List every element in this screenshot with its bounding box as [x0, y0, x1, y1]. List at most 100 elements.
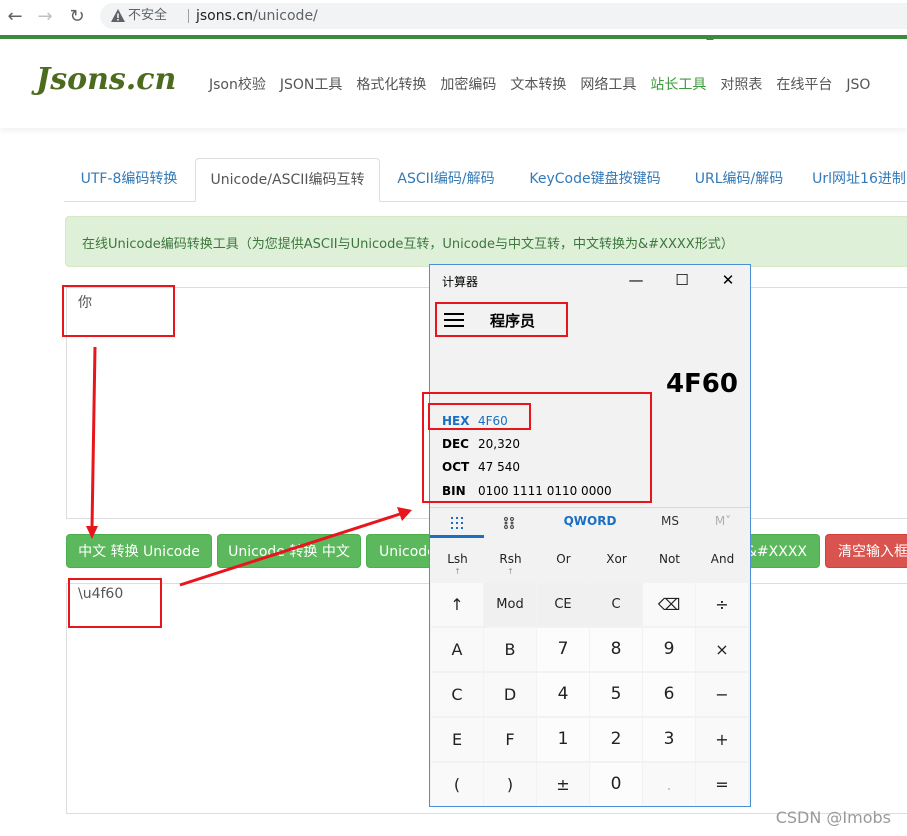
arrow-right-icon[interactable]: →: [34, 6, 56, 28]
url-host: jsons.cn: [196, 8, 253, 24]
nav-item[interactable]: 站长工具: [650, 77, 706, 93]
calculator-titlebar[interactable]: 计算器 — ☐ ✕: [430, 265, 750, 295]
minimize-icon[interactable]: —: [616, 269, 656, 291]
bitop-label: Lsh: [447, 552, 468, 566]
unicode-to-cn-button[interactable]: Unicode 转换 中文: [217, 534, 361, 568]
arrow-left-icon[interactable]: ←: [4, 6, 26, 28]
clear-entry-key[interactable]: CE: [537, 583, 589, 626]
bitop-lsh-button[interactable]: Lsh ↑: [431, 552, 484, 576]
bitop-label: Or: [556, 552, 571, 566]
nav-item[interactable]: 网络工具: [580, 77, 636, 93]
divide-key[interactable]: ÷: [696, 583, 748, 626]
hex-a-key[interactable]: A: [431, 628, 483, 671]
main-nav: Json校验 JSON工具 格式化转换 加密编码 文本转换 网络工具 站长工具 对照表 在线平台…: [209, 74, 884, 94]
open-paren-key[interactable]: (: [431, 763, 483, 806]
nav-item[interactable]: 格式化转换: [356, 77, 426, 93]
info-text: 在线Unicode编码转换工具（为您提供ASCII与Unicode互转，Unic…: [82, 237, 734, 252]
digit-3-key[interactable]: 3: [643, 718, 695, 761]
unicode-button[interactable]: Unicode: [366, 534, 436, 568]
url-divider: [188, 9, 189, 23]
hex-c-key[interactable]: C: [431, 673, 483, 716]
word-size-button[interactable]: QWORD: [560, 514, 620, 528]
nav-item[interactable]: 文本转换: [510, 77, 566, 93]
tab-underline: [430, 535, 484, 538]
annotation-box-input: [62, 285, 175, 337]
nav-item[interactable]: Json校验: [209, 77, 266, 93]
bitop-label: Rsh: [499, 552, 522, 566]
tab-url-hex[interactable]: Url网址16进制: [804, 158, 907, 200]
address-bar[interactable]: 不安全 jsons.cn/unicode/: [100, 3, 907, 29]
bitop-or-button[interactable]: Or: [537, 552, 590, 566]
tab-url[interactable]: URL编码/解码: [679, 158, 799, 200]
digit-2-key[interactable]: 2: [590, 718, 642, 761]
annotation-box-hex: [428, 403, 531, 430]
bitop-rsh-button[interactable]: Rsh ↑: [484, 552, 537, 576]
clear-button[interactable]: 清空输入框: [825, 534, 907, 568]
nav-item[interactable]: 加密编码: [440, 77, 496, 93]
tab-utf8[interactable]: UTF-8编码转换: [64, 158, 194, 200]
backspace-key[interactable]: ⌫: [643, 583, 695, 626]
annotation-box-mode: [435, 302, 568, 337]
digit-1-key[interactable]: 1: [537, 718, 589, 761]
negate-key[interactable]: ±: [537, 763, 589, 806]
digit-7-key[interactable]: 7: [537, 628, 589, 671]
decimal-key[interactable]: .: [643, 763, 695, 806]
clear-key[interactable]: C: [590, 583, 642, 626]
bitop-xor-button[interactable]: Xor: [590, 552, 643, 566]
url-path: /unicode/: [252, 8, 318, 24]
bitop-not-button[interactable]: Not: [643, 552, 696, 566]
nav-item[interactable]: 对照表: [720, 77, 762, 93]
digit-4-key[interactable]: 4: [537, 673, 589, 716]
site-logo[interactable]: Jsons.cn: [36, 62, 176, 97]
close-paren-key[interactable]: ): [484, 763, 536, 806]
url-text[interactable]: jsons.cn/unicode/: [196, 6, 318, 26]
watermark: CSDN @Imobs: [775, 808, 891, 827]
close-icon[interactable]: ✕: [708, 269, 748, 291]
bitop-arrow: ↑: [507, 567, 514, 576]
calculator-display: 4F60: [665, 369, 738, 399]
hex-f-key[interactable]: F: [484, 718, 536, 761]
keypad-icon[interactable]: [450, 516, 464, 530]
add-key[interactable]: +: [696, 718, 748, 761]
info-alert: 在线Unicode编码转换工具（为您提供ASCII与Unicode互转，Unic…: [65, 216, 907, 267]
calculator-title: 计算器: [442, 275, 479, 289]
maximize-icon[interactable]: ☐: [662, 269, 702, 291]
hex-b-key[interactable]: B: [484, 628, 536, 671]
nav-item[interactable]: JSO: [846, 77, 870, 93]
hex-d-key[interactable]: D: [484, 673, 536, 716]
cn-to-unicode-button[interactable]: 中文 转换 Unicode: [66, 534, 212, 568]
bitop-label: Not: [658, 552, 681, 566]
tool-tabs: UTF-8编码转换 Unicode/ASCII编码互转 ASCII编码/解码 K…: [64, 158, 907, 202]
bitop-arrow: ↑: [454, 567, 461, 576]
tab-ascii[interactable]: ASCII编码/解码: [380, 158, 512, 200]
bitop-label: And: [710, 552, 735, 566]
calculator-keypad-tabs: QWORD MS M˅: [430, 508, 750, 538]
digit-0-key[interactable]: 0: [590, 763, 642, 806]
tab-unicode-ascii[interactable]: Unicode/ASCII编码互转: [195, 158, 380, 202]
equals-key[interactable]: =: [696, 763, 748, 806]
digit-6-key[interactable]: 6: [643, 673, 695, 716]
bitop-label: Xor: [606, 552, 627, 566]
digit-5-key[interactable]: 5: [590, 673, 642, 716]
annotation-box-output: [68, 578, 162, 628]
nav-item[interactable]: JSON工具: [280, 77, 343, 93]
subtract-key[interactable]: −: [696, 673, 748, 716]
memory-store-button[interactable]: MS: [652, 514, 688, 528]
tab-keycode[interactable]: KeyCode键盘按键码: [516, 158, 674, 200]
bitop-and-button[interactable]: And: [696, 552, 749, 566]
reload-icon[interactable]: ↻: [66, 6, 88, 28]
digit-8-key[interactable]: 8: [590, 628, 642, 671]
browser-toolbar: ← → ↻ 不安全 jsons.cn/unicode/: [0, 0, 907, 34]
nav-item[interactable]: 在线平台: [776, 77, 832, 93]
site-header: Jsons.cn Json校验 JSON工具 格式化转换 加密编码 文本转换 网络工具 站长…: [0, 40, 907, 128]
accent-line: [0, 35, 907, 39]
bit-toggle-icon[interactable]: [503, 516, 515, 530]
calculator-window: 计算器 — ☐ ✕ 程序员 4F60 HEX 4F60 DEC 20,320 OCT…: [429, 264, 751, 807]
mod-key[interactable]: Mod: [484, 583, 536, 626]
digit-9-key[interactable]: 9: [643, 628, 695, 671]
hex-e-key[interactable]: E: [431, 718, 483, 761]
warning-icon[interactable]: [110, 8, 126, 24]
shift-key[interactable]: ↑: [431, 583, 483, 626]
multiply-key[interactable]: ×: [696, 628, 748, 671]
memory-list-button[interactable]: M˅: [706, 514, 740, 528]
